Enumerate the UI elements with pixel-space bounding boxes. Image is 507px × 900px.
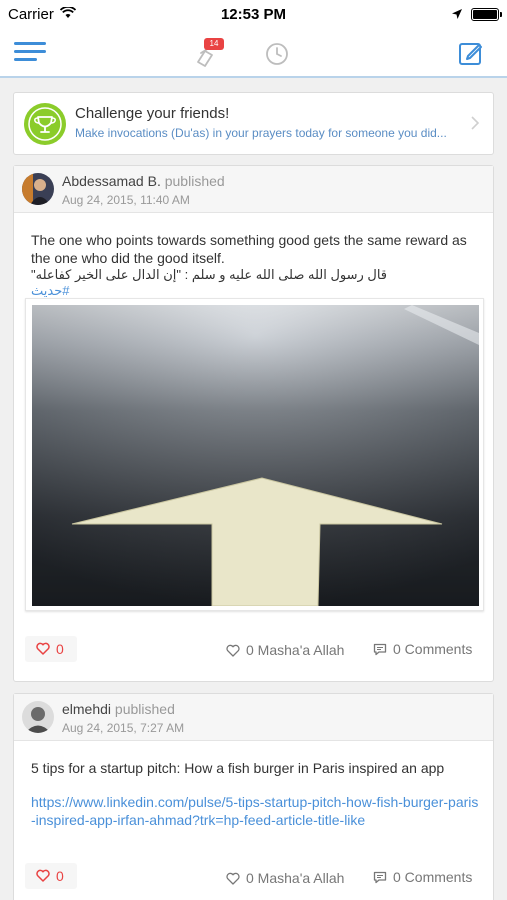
comment-icon bbox=[373, 643, 387, 656]
comments-button[interactable]: 0 Comments bbox=[373, 869, 472, 885]
heart-icon bbox=[36, 869, 50, 882]
comment-icon bbox=[373, 871, 387, 884]
challenge-banner[interactable]: Challenge your friends! Make invocations… bbox=[13, 92, 494, 155]
menu-icon[interactable] bbox=[14, 42, 46, 64]
author-line: elmehdi published bbox=[62, 701, 175, 717]
post-header: elmehdi published Aug 24, 2015, 7:27 AM bbox=[14, 694, 493, 741]
mashaallah-count: 0 Masha'a Allah bbox=[246, 870, 345, 886]
compose-button[interactable] bbox=[457, 39, 485, 67]
like-button[interactable]: 0 bbox=[25, 863, 77, 889]
trophy-icon bbox=[28, 107, 62, 141]
avatar[interactable] bbox=[22, 701, 54, 733]
author-line: Abdessamad B. published bbox=[62, 173, 225, 189]
post-header: Abdessamad B. published Aug 24, 2015, 11… bbox=[14, 166, 493, 213]
battery-level bbox=[473, 10, 497, 19]
post-date: Aug 24, 2015, 7:27 AM bbox=[62, 721, 185, 735]
mashaallah-count: 0 Masha'a Allah bbox=[246, 642, 345, 658]
like-count: 0 bbox=[56, 868, 64, 884]
post-arabic-text: قال رسول الله صلى الله عليه و سلم : "إن … bbox=[31, 267, 419, 299]
battery-icon bbox=[471, 8, 502, 21]
post-image-card[interactable] bbox=[25, 298, 484, 611]
post-text: 5 tips for a startup pitch: How a fish b… bbox=[31, 760, 445, 776]
post-card: elmehdi published Aug 24, 2015, 7:27 AM … bbox=[13, 693, 494, 900]
author-action: published bbox=[164, 173, 225, 189]
comments-button[interactable]: 0 Comments bbox=[373, 641, 472, 657]
status-bar: Carrier 12:53 PM bbox=[0, 0, 507, 28]
mashaallah-button[interactable]: 0 Masha'a Allah bbox=[226, 642, 344, 658]
notification-badge: 14 bbox=[204, 38, 224, 50]
like-button[interactable]: 0 bbox=[25, 636, 77, 662]
heart-icon bbox=[36, 642, 50, 655]
heart-outline-icon bbox=[226, 872, 240, 885]
nav-bar: 14 bbox=[0, 28, 507, 78]
compose-icon bbox=[459, 43, 482, 65]
avatar[interactable] bbox=[22, 173, 54, 205]
location-icon bbox=[451, 7, 463, 25]
author-action: published bbox=[114, 701, 175, 717]
post-text: The one who points towards something goo… bbox=[31, 232, 467, 266]
clock-time: 12:53 PM bbox=[220, 6, 287, 23]
comments-count: 0 Comments bbox=[393, 641, 473, 657]
post-link[interactable]: https://www.linkedin.com/pulse/5-tips-st… bbox=[31, 793, 481, 829]
post-image bbox=[32, 305, 479, 606]
chevron-right-icon bbox=[470, 115, 480, 136]
notifications-tab[interactable]: 14 bbox=[192, 38, 226, 68]
author-name[interactable]: Abdessamad B. bbox=[62, 173, 161, 189]
like-count: 0 bbox=[56, 641, 64, 657]
history-tab[interactable] bbox=[264, 41, 290, 67]
mashaallah-button[interactable]: 0 Masha'a Allah bbox=[226, 870, 344, 886]
arabic-quote: قال رسول الله صلى الله عليه و سلم : "إن … bbox=[31, 267, 388, 282]
heart-outline-icon bbox=[226, 644, 240, 657]
post-card: Abdessamad B. published Aug 24, 2015, 11… bbox=[13, 165, 494, 682]
trophy-badge bbox=[24, 103, 66, 145]
clock-icon bbox=[266, 43, 288, 65]
hashtag-link[interactable]: #حديث bbox=[31, 283, 69, 298]
challenge-title: Challenge your friends! bbox=[75, 105, 230, 122]
author-name[interactable]: elmehdi bbox=[62, 701, 111, 717]
comments-count: 0 Comments bbox=[393, 869, 473, 885]
post-date: Aug 24, 2015, 11:40 AM bbox=[62, 193, 190, 207]
challenge-subtitle: Make invocations (Du'as) in your prayers… bbox=[75, 126, 447, 140]
